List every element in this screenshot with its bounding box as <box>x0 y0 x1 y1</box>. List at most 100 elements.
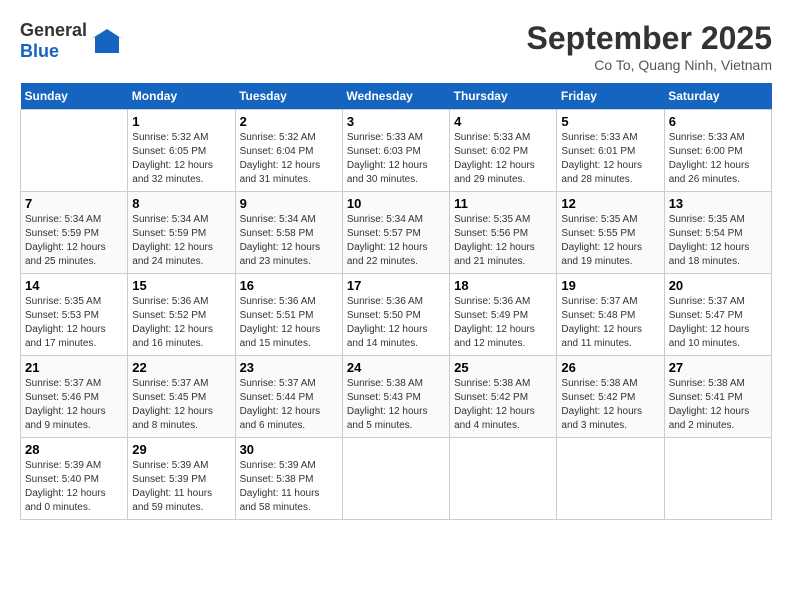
day-number: 17 <box>347 278 445 293</box>
sunrise-text: Sunrise: 5:34 AM <box>240 213 338 227</box>
daylight-text: Daylight: 12 hours and 14 minutes. <box>347 323 445 351</box>
sunrise-text: Sunrise: 5:34 AM <box>347 213 445 227</box>
sunrise-text: Sunrise: 5:34 AM <box>132 213 230 227</box>
calendar-cell: 22 Sunrise: 5:37 AM Sunset: 5:45 PM Dayl… <box>128 356 235 438</box>
day-info: Sunrise: 5:32 AM Sunset: 6:05 PM Dayligh… <box>132 131 230 187</box>
calendar-cell: 17 Sunrise: 5:36 AM Sunset: 5:50 PM Dayl… <box>342 274 449 356</box>
calendar-cell: 16 Sunrise: 5:36 AM Sunset: 5:51 PM Dayl… <box>235 274 342 356</box>
day-number: 16 <box>240 278 338 293</box>
day-number: 5 <box>561 114 659 129</box>
daylight-text: Daylight: 12 hours and 10 minutes. <box>669 323 767 351</box>
daylight-text: Daylight: 12 hours and 5 minutes. <box>347 405 445 433</box>
sunset-text: Sunset: 5:57 PM <box>347 227 445 241</box>
sunset-text: Sunset: 5:53 PM <box>25 309 123 323</box>
sunset-text: Sunset: 5:50 PM <box>347 309 445 323</box>
sunset-text: Sunset: 5:54 PM <box>669 227 767 241</box>
sunrise-text: Sunrise: 5:35 AM <box>25 295 123 309</box>
daylight-text: Daylight: 12 hours and 24 minutes. <box>132 241 230 269</box>
calendar-week-row: 28 Sunrise: 5:39 AM Sunset: 5:40 PM Dayl… <box>21 438 772 520</box>
sunrise-text: Sunrise: 5:37 AM <box>561 295 659 309</box>
calendar-cell: 11 Sunrise: 5:35 AM Sunset: 5:56 PM Dayl… <box>450 192 557 274</box>
day-info: Sunrise: 5:38 AM Sunset: 5:43 PM Dayligh… <box>347 377 445 433</box>
day-number: 19 <box>561 278 659 293</box>
daylight-text: Daylight: 12 hours and 21 minutes. <box>454 241 552 269</box>
sunrise-text: Sunrise: 5:36 AM <box>240 295 338 309</box>
calendar-cell: 23 Sunrise: 5:37 AM Sunset: 5:44 PM Dayl… <box>235 356 342 438</box>
day-number: 30 <box>240 442 338 457</box>
calendar-cell: 24 Sunrise: 5:38 AM Sunset: 5:43 PM Dayl… <box>342 356 449 438</box>
day-info: Sunrise: 5:37 AM Sunset: 5:47 PM Dayligh… <box>669 295 767 351</box>
day-info: Sunrise: 5:34 AM Sunset: 5:59 PM Dayligh… <box>132 213 230 269</box>
day-number: 2 <box>240 114 338 129</box>
calendar-cell <box>21 110 128 192</box>
sunset-text: Sunset: 5:59 PM <box>132 227 230 241</box>
sunset-text: Sunset: 5:47 PM <box>669 309 767 323</box>
sunrise-text: Sunrise: 5:37 AM <box>240 377 338 391</box>
sunset-text: Sunset: 5:39 PM <box>132 473 230 487</box>
location-title: Co To, Quang Ninh, Vietnam <box>527 57 772 73</box>
daylight-text: Daylight: 12 hours and 25 minutes. <box>25 241 123 269</box>
daylight-text: Daylight: 12 hours and 23 minutes. <box>240 241 338 269</box>
calendar-cell: 13 Sunrise: 5:35 AM Sunset: 5:54 PM Dayl… <box>664 192 771 274</box>
calendar-cell <box>450 438 557 520</box>
sunset-text: Sunset: 5:42 PM <box>454 391 552 405</box>
calendar-week-row: 1 Sunrise: 5:32 AM Sunset: 6:05 PM Dayli… <box>21 110 772 192</box>
header-cell-tuesday: Tuesday <box>235 83 342 110</box>
day-info: Sunrise: 5:34 AM Sunset: 5:57 PM Dayligh… <box>347 213 445 269</box>
header-cell-saturday: Saturday <box>664 83 771 110</box>
day-info: Sunrise: 5:38 AM Sunset: 5:42 PM Dayligh… <box>454 377 552 433</box>
sunset-text: Sunset: 5:41 PM <box>669 391 767 405</box>
daylight-text: Daylight: 12 hours and 9 minutes. <box>25 405 123 433</box>
month-title: September 2025 <box>527 20 772 57</box>
calendar-week-row: 14 Sunrise: 5:35 AM Sunset: 5:53 PM Dayl… <box>21 274 772 356</box>
calendar-week-row: 7 Sunrise: 5:34 AM Sunset: 5:59 PM Dayli… <box>21 192 772 274</box>
header-cell-sunday: Sunday <box>21 83 128 110</box>
day-number: 26 <box>561 360 659 375</box>
sunrise-text: Sunrise: 5:39 AM <box>132 459 230 473</box>
sunset-text: Sunset: 5:45 PM <box>132 391 230 405</box>
daylight-text: Daylight: 12 hours and 0 minutes. <box>25 487 123 515</box>
day-info: Sunrise: 5:33 AM Sunset: 6:02 PM Dayligh… <box>454 131 552 187</box>
daylight-text: Daylight: 12 hours and 29 minutes. <box>454 159 552 187</box>
day-info: Sunrise: 5:34 AM Sunset: 5:59 PM Dayligh… <box>25 213 123 269</box>
day-number: 7 <box>25 196 123 211</box>
calendar-cell: 4 Sunrise: 5:33 AM Sunset: 6:02 PM Dayli… <box>450 110 557 192</box>
sunset-text: Sunset: 6:05 PM <box>132 145 230 159</box>
sunset-text: Sunset: 5:58 PM <box>240 227 338 241</box>
daylight-text: Daylight: 12 hours and 6 minutes. <box>240 405 338 433</box>
day-info: Sunrise: 5:33 AM Sunset: 6:00 PM Dayligh… <box>669 131 767 187</box>
daylight-text: Daylight: 12 hours and 28 minutes. <box>561 159 659 187</box>
day-info: Sunrise: 5:35 AM Sunset: 5:55 PM Dayligh… <box>561 213 659 269</box>
logo-text: General Blue <box>20 20 87 62</box>
calendar-cell <box>342 438 449 520</box>
calendar-cell: 21 Sunrise: 5:37 AM Sunset: 5:46 PM Dayl… <box>21 356 128 438</box>
day-number: 21 <box>25 360 123 375</box>
daylight-text: Daylight: 12 hours and 31 minutes. <box>240 159 338 187</box>
daylight-text: Daylight: 12 hours and 32 minutes. <box>132 159 230 187</box>
calendar-cell <box>557 438 664 520</box>
sunrise-text: Sunrise: 5:33 AM <box>347 131 445 145</box>
daylight-text: Daylight: 12 hours and 4 minutes. <box>454 405 552 433</box>
daylight-text: Daylight: 12 hours and 26 minutes. <box>669 159 767 187</box>
sunset-text: Sunset: 5:59 PM <box>25 227 123 241</box>
calendar-cell: 15 Sunrise: 5:36 AM Sunset: 5:52 PM Dayl… <box>128 274 235 356</box>
sunset-text: Sunset: 5:52 PM <box>132 309 230 323</box>
sunrise-text: Sunrise: 5:36 AM <box>454 295 552 309</box>
daylight-text: Daylight: 11 hours and 59 minutes. <box>132 487 230 515</box>
day-number: 12 <box>561 196 659 211</box>
logo-icon <box>91 25 123 57</box>
sunrise-text: Sunrise: 5:38 AM <box>454 377 552 391</box>
day-info: Sunrise: 5:38 AM Sunset: 5:41 PM Dayligh… <box>669 377 767 433</box>
daylight-text: Daylight: 12 hours and 17 minutes. <box>25 323 123 351</box>
day-info: Sunrise: 5:35 AM Sunset: 5:54 PM Dayligh… <box>669 213 767 269</box>
sunrise-text: Sunrise: 5:38 AM <box>669 377 767 391</box>
day-number: 25 <box>454 360 552 375</box>
day-info: Sunrise: 5:37 AM Sunset: 5:45 PM Dayligh… <box>132 377 230 433</box>
daylight-text: Daylight: 12 hours and 15 minutes. <box>240 323 338 351</box>
daylight-text: Daylight: 12 hours and 16 minutes. <box>132 323 230 351</box>
sunrise-text: Sunrise: 5:37 AM <box>25 377 123 391</box>
day-number: 10 <box>347 196 445 211</box>
day-info: Sunrise: 5:39 AM Sunset: 5:40 PM Dayligh… <box>25 459 123 515</box>
day-info: Sunrise: 5:37 AM Sunset: 5:46 PM Dayligh… <box>25 377 123 433</box>
sunset-text: Sunset: 5:49 PM <box>454 309 552 323</box>
